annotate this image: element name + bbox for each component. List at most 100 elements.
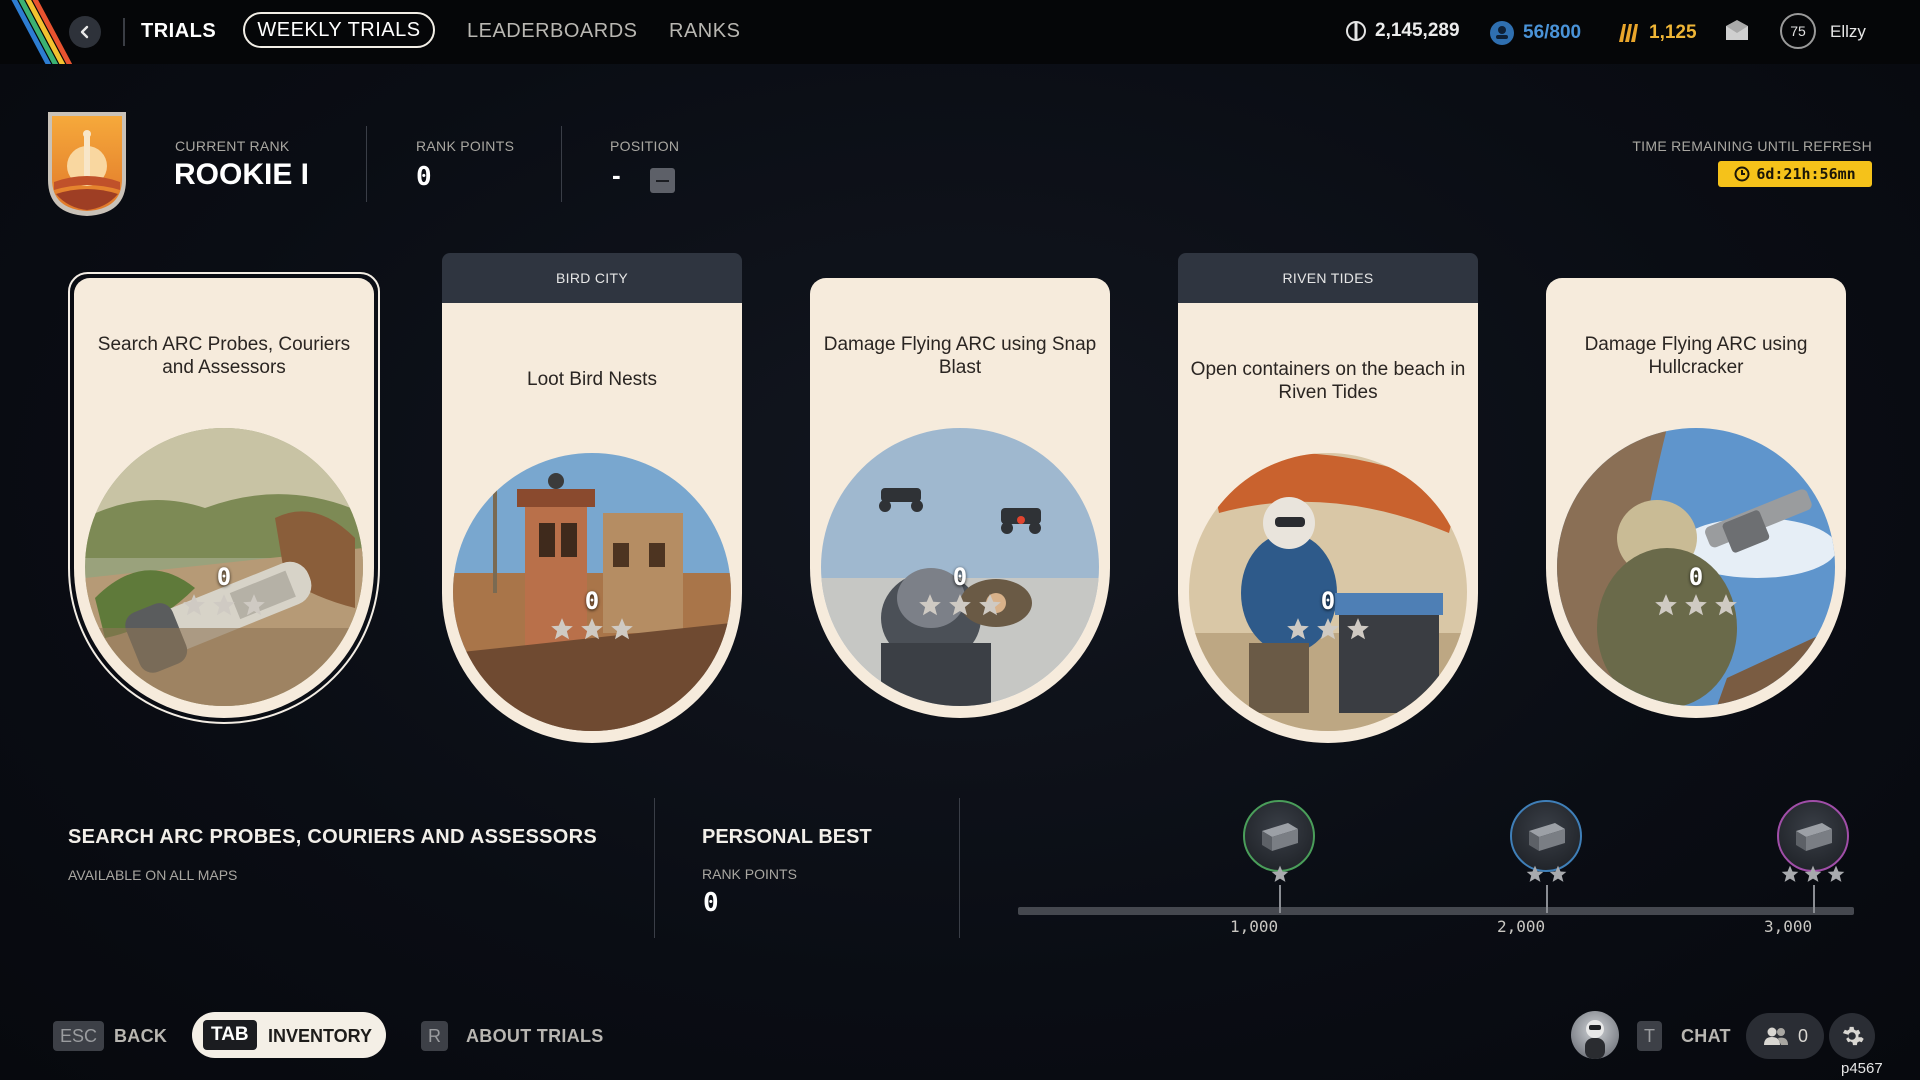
trial-card-title: Search ARC Probes, Couriers and Assessor…	[97, 334, 351, 378]
tab-ranks[interactable]: RANKS	[669, 20, 740, 43]
star-empty-icon	[581, 618, 603, 640]
trial-card-stars	[1546, 592, 1846, 618]
gold-currency-balance[interactable]: 1,125	[1615, 20, 1697, 46]
milestone-stars-1	[1270, 864, 1290, 884]
player-level-badge[interactable]: 75	[1780, 13, 1816, 49]
rank-badge-icon	[48, 112, 126, 216]
trial-card-5[interactable]: Damage Flying ARC using Hullcracker 0	[1546, 253, 1846, 743]
star-icon	[1549, 865, 1567, 882]
crate-icon	[1262, 823, 1298, 851]
top-bar: TRIALS WEEKLY TRIALS LEADERBOARDS RANKS …	[0, 0, 1920, 64]
header-divider	[561, 126, 562, 202]
friends-count: 0	[1797, 1025, 1808, 1046]
trial-card-score: 0	[1320, 587, 1336, 615]
star-empty-icon	[1317, 618, 1339, 640]
trial-card-3[interactable]: Damage Flying ARC using Snap Blast 0	[810, 253, 1110, 743]
map-tag-riven-tides: RIVEN TIDES	[1178, 253, 1478, 303]
crate-icon	[1796, 823, 1832, 851]
star-empty-icon	[551, 618, 573, 640]
trial-card-body[interactable]: Open containers on the beach in Riven Ti…	[1178, 303, 1478, 743]
coin-icon	[1346, 21, 1366, 41]
tab-weekly-trials[interactable]: WEEKLY TRIALS	[243, 12, 435, 48]
trial-card-stars	[74, 592, 374, 618]
friends-button[interactable]: 0	[1746, 1013, 1824, 1059]
trial-card-stars	[810, 592, 1110, 618]
milestone-tick	[1813, 885, 1815, 913]
player-name[interactable]: Ellzy	[1830, 22, 1866, 42]
refresh-time-value: 6d:21h:56mn	[1756, 165, 1856, 183]
trial-card-stars	[1178, 616, 1478, 642]
gold-token-icon	[1619, 24, 1638, 42]
esc-key-hint: ESC	[53, 1021, 105, 1051]
about-trials-button[interactable]: ABOUT TRIALS	[466, 1026, 604, 1047]
settings-button[interactable]	[1829, 1013, 1875, 1059]
trial-card-4[interactable]: RIVEN TIDES Open containers on the beach…	[1178, 253, 1478, 743]
brand-stripes-logo	[0, 0, 72, 64]
avatar-icon	[1585, 1020, 1605, 1059]
refresh-label: TIME REMAINING UNTIL REFRESH	[1632, 138, 1872, 154]
blue-token-icon	[1490, 21, 1514, 45]
trial-card-stars	[442, 616, 742, 642]
star-icon	[1271, 865, 1289, 882]
star-empty-icon	[243, 594, 265, 616]
back-button[interactable]: BACK	[114, 1026, 167, 1047]
milestone-reward-1[interactable]	[1243, 800, 1315, 872]
milestone-label-2: 2,000	[1497, 917, 1546, 936]
milestone-label-1: 1,000	[1230, 917, 1279, 936]
trial-card-title: Damage Flying ARC using Snap Blast	[823, 334, 1097, 378]
trial-card-1[interactable]: Search ARC Probes, Couriers and Assessor…	[74, 253, 374, 743]
r-key-hint: R	[421, 1021, 448, 1051]
gold-currency-value: 1,125	[1649, 22, 1697, 43]
milestone-reward-2[interactable]	[1510, 800, 1582, 872]
trial-card-body[interactable]: Search ARC Probes, Couriers and Assessor…	[74, 278, 374, 718]
rank-points-value: 0	[416, 162, 432, 192]
milestone-label-3: 3,000	[1764, 917, 1813, 936]
trial-card-body[interactable]: Loot Bird Nests 0	[442, 303, 742, 743]
inventory-label[interactable]: INVENTORY	[268, 1026, 372, 1047]
star-empty-icon	[919, 594, 941, 616]
coins-value: 2,145,289	[1375, 20, 1460, 41]
chat-button[interactable]: CHAT	[1681, 1026, 1731, 1047]
refresh-timer: 6d:21h:56mn	[1718, 161, 1872, 187]
clock-icon	[1734, 166, 1750, 182]
rank-points-label: RANK POINTS	[416, 138, 515, 154]
blue-currency-balance[interactable]: 56/800	[1489, 20, 1581, 46]
milestone-reward-3[interactable]	[1777, 800, 1849, 872]
crate-icon	[1529, 823, 1565, 851]
info-divider	[654, 798, 655, 938]
squad-avatar[interactable]	[1571, 1011, 1619, 1059]
milestone-tick	[1279, 885, 1281, 913]
tab-trials[interactable]: TRIALS	[141, 20, 216, 43]
trial-card-title: Loot Bird Nests	[527, 369, 657, 390]
milestone-stars-2	[1525, 864, 1568, 884]
trial-card-body[interactable]: Damage Flying ARC using Hullcracker 0	[1546, 278, 1846, 718]
selected-trial-availability: AVAILABLE ON ALL MAPS	[68, 867, 238, 883]
position-label: POSITION	[610, 138, 680, 154]
star-empty-icon	[611, 618, 633, 640]
star-empty-icon	[1715, 594, 1737, 616]
personal-best-points-label: RANK POINTS	[702, 866, 797, 882]
back-arrow-button[interactable]	[69, 16, 101, 48]
trial-card-body[interactable]: Damage Flying ARC using Snap Blast 0	[810, 278, 1110, 718]
star-empty-icon	[213, 594, 235, 616]
blue-currency-value: 56/800	[1523, 22, 1582, 43]
star-empty-icon	[1287, 618, 1309, 640]
nav-divider	[123, 18, 125, 46]
star-empty-icon	[183, 594, 205, 616]
mail-icon[interactable]	[1724, 20, 1750, 47]
friends-icon	[1763, 1027, 1788, 1045]
tab-leaderboards[interactable]: LEADERBOARDS	[467, 20, 638, 43]
milestone-stars-3	[1780, 864, 1846, 884]
gear-icon	[1842, 1026, 1864, 1046]
position-minus-icon	[650, 168, 675, 193]
trial-card-score: 0	[584, 587, 600, 615]
star-icon	[1827, 865, 1845, 882]
map-tag-bird-city: BIRD CITY	[442, 253, 742, 303]
star-empty-icon	[1685, 594, 1707, 616]
personal-best-points-value: 0	[703, 888, 719, 918]
trial-card-2[interactable]: BIRD CITY Loot Bird Nests 0	[442, 253, 742, 743]
chevron-left-icon	[80, 25, 89, 39]
personal-best-title: PERSONAL BEST	[702, 826, 872, 848]
milestone-progress-track	[1018, 907, 1854, 915]
coins-balance[interactable]: 2,145,289	[1345, 20, 1460, 42]
